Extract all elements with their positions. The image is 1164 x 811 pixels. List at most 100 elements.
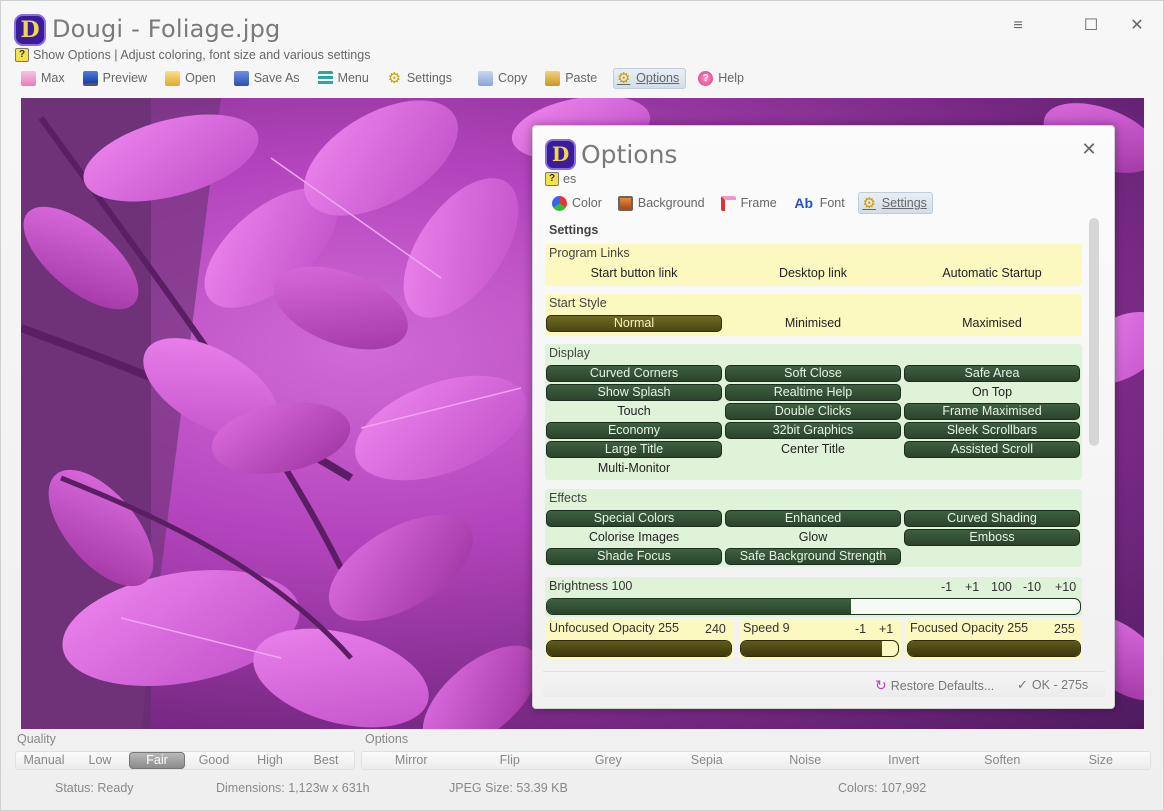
- brightness-plus-10[interactable]: +10: [1055, 580, 1076, 594]
- dialog-footer: ↻ Restore Defaults... ✓ OK - 275s: [543, 671, 1105, 697]
- option-emboss[interactable]: Emboss: [904, 529, 1080, 546]
- option-size[interactable]: Size: [1053, 752, 1150, 769]
- tab-label: Settings: [881, 196, 927, 210]
- option-sleek-scrollbars[interactable]: Sleek Scrollbars: [904, 422, 1080, 439]
- maximize-button[interactable]: ☐: [1079, 15, 1103, 37]
- option-noise[interactable]: Noise: [757, 752, 854, 769]
- picture-icon: [617, 195, 633, 211]
- toolbar-copy-button[interactable]: Copy: [476, 68, 533, 89]
- option-special-colors[interactable]: Special Colors: [546, 510, 722, 527]
- option-safe-background-strength[interactable]: Safe Background Strength: [725, 548, 901, 565]
- tab-settings[interactable]: ⚙ Settings: [857, 192, 933, 214]
- option-realtime-help[interactable]: Realtime Help: [725, 384, 901, 401]
- option-maximised[interactable]: Maximised: [904, 315, 1080, 332]
- toolbar-paste-button[interactable]: Paste: [543, 68, 603, 89]
- option-soften[interactable]: Soften: [954, 752, 1051, 769]
- brightness-minus-10[interactable]: -10: [1023, 580, 1041, 594]
- option-start-button-link[interactable]: Start button link: [546, 265, 722, 282]
- speed-label: Speed 9: [743, 621, 790, 635]
- floppy-icon: [233, 70, 249, 86]
- option-soft-close[interactable]: Soft Close: [725, 365, 901, 382]
- color-wheel-icon: [552, 195, 567, 211]
- dialog-help-text: es: [563, 172, 577, 186]
- tab-label: Background: [637, 196, 705, 210]
- tab-color[interactable]: Color: [549, 192, 607, 214]
- toolbar-preview-button[interactable]: Preview: [81, 68, 153, 89]
- quality-low[interactable]: Low: [73, 752, 127, 769]
- options-dialog: D Options ✕ ? es Color Background Frame …: [532, 125, 1115, 709]
- focused-opacity-slider[interactable]: [907, 640, 1081, 657]
- speed-plus-1[interactable]: +1: [879, 622, 893, 636]
- option-32bit-graphics[interactable]: 32bit Graphics: [725, 422, 901, 439]
- quality-best[interactable]: Best: [299, 752, 353, 769]
- toolbar-save-as-button[interactable]: Save As: [232, 68, 306, 89]
- group-title: Start Style: [549, 296, 607, 310]
- tab-label: Frame: [740, 196, 777, 210]
- option-automatic-startup[interactable]: Automatic Startup: [904, 265, 1080, 282]
- menu-icon[interactable]: ≡: [1006, 15, 1030, 37]
- option-grey[interactable]: Grey: [560, 752, 657, 769]
- toolbar-label: Paste: [565, 71, 598, 85]
- toolbar-help-button[interactable]: ? Help: [696, 68, 750, 89]
- ok-button[interactable]: ✓ OK - 275s: [1017, 677, 1088, 693]
- monitor-icon: [82, 70, 98, 86]
- option-curved-shading[interactable]: Curved Shading: [904, 510, 1080, 527]
- option-safe-area[interactable]: Safe Area: [904, 365, 1080, 382]
- speed-minus-1[interactable]: -1: [855, 622, 866, 636]
- options-bar: Mirror Flip Grey Sepia Noise Invert Soft…: [361, 751, 1151, 770]
- toolbar-max-button[interactable]: Max: [19, 68, 71, 89]
- effects-group: Effects Special Colors Enhanced Curved S…: [545, 489, 1082, 567]
- group-title: Display: [549, 346, 590, 360]
- option-on-top[interactable]: On Top: [904, 384, 1080, 401]
- brightness-minus-1[interactable]: -1: [941, 580, 952, 594]
- option-desktop-link[interactable]: Desktop link: [725, 265, 901, 282]
- unfocused-opacity-value[interactable]: 240: [705, 622, 726, 636]
- toolbar-open-button[interactable]: Open: [163, 68, 222, 89]
- quality-label: Quality: [17, 732, 56, 746]
- option-center-title[interactable]: Center Title: [725, 441, 901, 458]
- unfocused-opacity-slider[interactable]: [546, 640, 732, 657]
- tab-frame[interactable]: Frame: [718, 192, 782, 214]
- option-flip[interactable]: Flip: [462, 752, 559, 769]
- quality-fair[interactable]: Fair: [129, 752, 185, 769]
- brightness-100[interactable]: 100: [991, 580, 1012, 594]
- option-show-splash[interactable]: Show Splash: [546, 384, 722, 401]
- close-button[interactable]: ✕: [1125, 15, 1149, 37]
- option-normal[interactable]: Normal: [546, 315, 722, 332]
- dialog-close-button[interactable]: ✕: [1079, 139, 1099, 159]
- quality-manual[interactable]: Manual: [17, 752, 71, 769]
- option-assisted-scroll[interactable]: Assisted Scroll: [904, 441, 1080, 458]
- option-glow[interactable]: Glow: [725, 529, 901, 546]
- quality-high[interactable]: High: [243, 752, 297, 769]
- option-double-clicks[interactable]: Double Clicks: [725, 403, 901, 420]
- quality-good[interactable]: Good: [187, 752, 241, 769]
- option-shade-focus[interactable]: Shade Focus: [546, 548, 722, 565]
- option-touch[interactable]: Touch: [546, 403, 722, 420]
- option-enhanced[interactable]: Enhanced: [725, 510, 901, 527]
- toolbar-settings-button[interactable]: ⚙ Settings: [385, 68, 458, 89]
- option-sepia[interactable]: Sepia: [659, 752, 756, 769]
- toolbar-label: Open: [185, 71, 216, 85]
- tab-background[interactable]: Background: [615, 192, 710, 214]
- option-mirror[interactable]: Mirror: [363, 752, 460, 769]
- tab-label: Color: [572, 196, 602, 210]
- option-colorise-images[interactable]: Colorise Images: [546, 529, 722, 546]
- option-invert[interactable]: Invert: [856, 752, 953, 769]
- option-multi-monitor[interactable]: Multi-Monitor: [546, 460, 722, 477]
- option-frame-maximised[interactable]: Frame Maximised: [904, 403, 1080, 420]
- option-large-title[interactable]: Large Title: [546, 441, 722, 458]
- toolbar-options-button[interactable]: ⚙ Options: [613, 67, 687, 89]
- toolbar-menu-button[interactable]: Menu: [316, 68, 375, 89]
- restore-defaults-label: Restore Defaults...: [890, 678, 995, 693]
- option-curved-corners[interactable]: Curved Corners: [546, 365, 722, 382]
- tab-font[interactable]: Ab Font: [790, 192, 850, 214]
- brightness-plus-1[interactable]: +1: [965, 580, 979, 594]
- brightness-slider[interactable]: [546, 598, 1081, 615]
- colors-count-text: Colors: 107,992: [838, 781, 927, 795]
- speed-slider[interactable]: [740, 640, 899, 657]
- dialog-scrollbar[interactable]: [1089, 218, 1099, 446]
- restore-defaults-button[interactable]: ↻ Restore Defaults...: [875, 677, 994, 694]
- option-minimised[interactable]: Minimised: [725, 315, 901, 332]
- option-economy[interactable]: Economy: [546, 422, 722, 439]
- focused-opacity-value[interactable]: 255: [1054, 622, 1075, 636]
